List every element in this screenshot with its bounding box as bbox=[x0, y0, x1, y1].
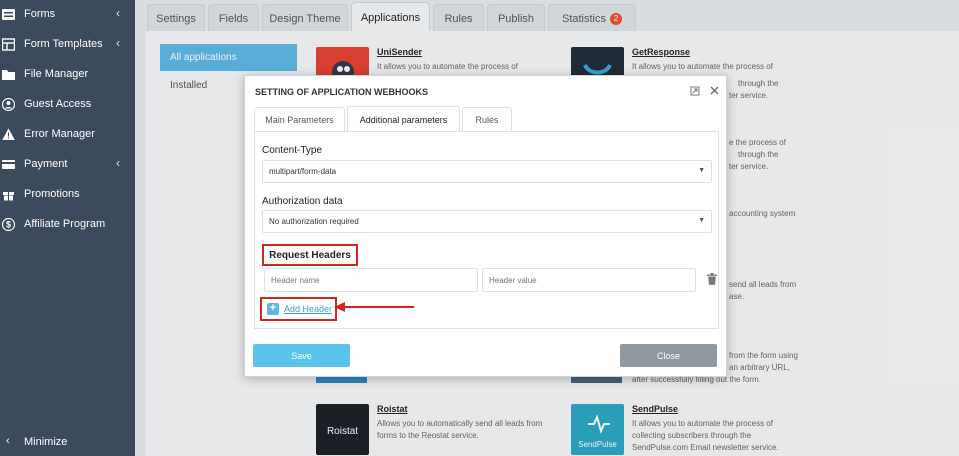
plus-icon: + bbox=[267, 303, 279, 315]
caret-down-icon: ▼ bbox=[698, 217, 705, 224]
chevron-left-icon: ‹ bbox=[116, 6, 120, 20]
content-type-value: multipart/form-data bbox=[269, 167, 337, 176]
add-header-button[interactable]: + Add Header bbox=[260, 297, 337, 321]
chevron-left-icon: ‹ bbox=[116, 36, 120, 50]
sidebar-item-label: Payment bbox=[24, 158, 68, 170]
sidebar-item-label: File Manager bbox=[24, 68, 89, 80]
modal-tab-label: Rules bbox=[475, 114, 499, 125]
sidebar-item-payment[interactable]: Payment ‹ bbox=[0, 150, 135, 180]
sidebar: Forms ‹ Form Templates ‹ File Manager Gu… bbox=[0, 0, 135, 456]
close-label: Close bbox=[656, 350, 680, 361]
sidebar-item-label: Affiliate Program bbox=[24, 218, 106, 230]
close-button[interactable]: Close bbox=[620, 344, 717, 367]
content-type-label: Content-Type bbox=[262, 145, 323, 156]
expand-icon[interactable] bbox=[690, 86, 700, 96]
add-header-label: Add Header bbox=[284, 304, 333, 314]
chevron-left-icon: ‹ bbox=[6, 435, 10, 447]
modal-tab-main-parameters[interactable]: Main Parameters bbox=[254, 107, 345, 131]
sidebar-item-file-manager[interactable]: File Manager bbox=[0, 60, 135, 90]
content-type-select[interactable]: multipart/form-data ▼ bbox=[262, 160, 712, 183]
authorization-value: No authorization required bbox=[269, 217, 359, 226]
dollar-icon: $ bbox=[2, 218, 15, 231]
sidebar-item-label: Guest Access bbox=[24, 98, 92, 110]
template-icon bbox=[2, 38, 15, 51]
folder-icon bbox=[2, 70, 15, 80]
annotation-arrow-icon bbox=[334, 302, 414, 312]
card-icon bbox=[2, 160, 15, 169]
authorization-label: Authorization data bbox=[262, 196, 343, 207]
request-headers-label: Request Headers bbox=[269, 249, 351, 261]
trash-icon[interactable] bbox=[707, 273, 717, 285]
save-label: Save bbox=[291, 350, 312, 361]
modal-tab-label: Main Parameters bbox=[265, 114, 334, 125]
header-value-input[interactable] bbox=[482, 268, 696, 292]
sidebar-item-form-templates[interactable]: Form Templates ‹ bbox=[0, 30, 135, 60]
additional-parameters-panel: Content-Type multipart/form-data ▼ Autho… bbox=[254, 131, 719, 329]
sidebar-item-label: Forms bbox=[24, 8, 56, 20]
sidebar-item-error-manager[interactable]: Error Manager bbox=[0, 120, 135, 150]
sidebar-item-forms[interactable]: Forms ‹ bbox=[0, 0, 135, 30]
sidebar-item-affiliate-program[interactable]: $ Affiliate Program bbox=[0, 210, 135, 240]
gift-icon bbox=[3, 192, 14, 201]
sidebar-item-promotions[interactable]: Promotions bbox=[0, 180, 135, 210]
request-headers-heading: Request Headers bbox=[262, 244, 358, 266]
modal-tab-label: Additional parameters bbox=[359, 114, 448, 125]
close-icon[interactable] bbox=[710, 86, 719, 95]
sidebar-item-label: Promotions bbox=[24, 188, 80, 200]
modal-tab-additional-parameters[interactable]: Additional parameters bbox=[347, 106, 460, 132]
warning-icon bbox=[2, 128, 15, 140]
caret-down-icon: ▼ bbox=[698, 167, 705, 174]
save-button[interactable]: Save bbox=[253, 344, 350, 367]
svg-text:$: $ bbox=[6, 220, 11, 230]
chevron-left-icon: ‹ bbox=[116, 156, 120, 170]
sidebar-item-guest-access[interactable]: Guest Access bbox=[0, 90, 135, 120]
modal-tab-rules[interactable]: Rules bbox=[462, 107, 512, 131]
minimize-button[interactable]: ‹ Minimize bbox=[0, 428, 135, 456]
webhooks-settings-modal: SETTING OF APPLICATION WEBHOOKS Main Par… bbox=[244, 75, 727, 377]
minimize-label: Minimize bbox=[24, 436, 68, 448]
modal-title: SETTING OF APPLICATION WEBHOOKS bbox=[255, 87, 428, 97]
header-name-input[interactable] bbox=[264, 268, 478, 292]
user-circle-icon bbox=[2, 98, 15, 111]
authorization-select[interactable]: No authorization required ▼ bbox=[262, 210, 712, 233]
sidebar-item-label: Error Manager bbox=[24, 128, 95, 140]
list-icon bbox=[2, 9, 15, 20]
sidebar-item-label: Form Templates bbox=[24, 38, 103, 50]
